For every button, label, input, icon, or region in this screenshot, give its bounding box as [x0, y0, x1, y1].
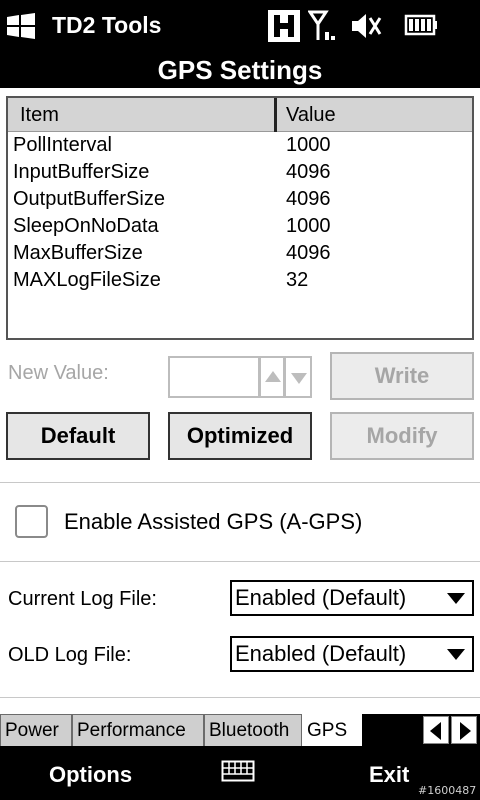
list-row[interactable]: SleepOnNoData 1000: [8, 213, 472, 240]
signal-icon: [308, 10, 335, 40]
page-title: GPS Settings: [157, 55, 323, 85]
keyboard-icon[interactable]: [221, 760, 255, 782]
tab-strip: Power Performance Bluetooth GPS: [0, 714, 480, 746]
separator: [0, 482, 480, 483]
old-log-label: OLD Log File:: [8, 644, 132, 666]
arrow-up-icon: [265, 371, 281, 382]
old-log-dropdown[interactable]: Enabled (Default): [230, 636, 474, 672]
spin-up-button[interactable]: [260, 356, 285, 398]
modify-button[interactable]: Modify: [330, 412, 474, 460]
list-row[interactable]: MAXLogFileSize 32: [8, 267, 472, 294]
current-log-dropdown[interactable]: Enabled (Default): [230, 580, 474, 616]
arrow-down-icon: [291, 373, 307, 384]
row-item-name: OutputBufferSize: [13, 188, 165, 210]
tab-gps[interactable]: GPS: [302, 714, 362, 746]
title-bar: GPS Settings: [0, 52, 480, 88]
row-item-value: 1000: [286, 134, 331, 156]
new-value-input[interactable]: [168, 356, 260, 398]
windows-start-icon[interactable]: [6, 12, 36, 40]
default-button[interactable]: Default: [6, 412, 150, 460]
battery-icon: [404, 14, 437, 36]
column-divider[interactable]: [274, 98, 277, 132]
tab-performance[interactable]: Performance: [72, 714, 204, 746]
current-log-value: Enabled (Default): [235, 585, 407, 610]
watermark-text: #1600487: [418, 784, 477, 797]
row-item-name: InputBufferSize: [13, 161, 150, 183]
agps-checkbox[interactable]: [15, 505, 48, 538]
row-item-name: MAXLogFileSize: [13, 269, 161, 291]
row-item-name: PollInterval: [13, 134, 112, 156]
dropdown-arrow-icon: [447, 593, 465, 604]
list-row[interactable]: MaxBufferSize 4096: [8, 240, 472, 267]
list-row[interactable]: OutputBufferSize 4096: [8, 186, 472, 213]
tab-scroll-right-button[interactable]: [451, 716, 477, 744]
spin-down-button[interactable]: [285, 356, 312, 398]
tab-power[interactable]: Power: [0, 714, 72, 746]
row-item-value: 32: [286, 269, 309, 291]
old-log-value: Enabled (Default): [235, 641, 407, 666]
list-header: Item Value: [8, 98, 472, 132]
list-row[interactable]: InputBufferSize 4096: [8, 159, 472, 186]
new-value-label: New Value:: [8, 362, 109, 384]
agps-label[interactable]: Enable Assisted GPS (A-GPS): [64, 509, 362, 535]
h-data-icon: [268, 10, 300, 42]
arrow-left-icon: [430, 722, 441, 740]
dropdown-arrow-icon: [447, 649, 465, 660]
row-item-name: MaxBufferSize: [13, 242, 143, 264]
current-log-label: Current Log File:: [8, 588, 157, 610]
row-item-value: 4096: [286, 161, 331, 183]
row-item-value: 4096: [286, 242, 331, 264]
volume-muted-icon: [352, 14, 382, 38]
softkey-bar: Options Exit #1600487: [0, 746, 480, 800]
separator: [0, 561, 480, 562]
status-bar: TD2 Tools: [0, 0, 480, 52]
arrow-right-icon: [460, 722, 471, 740]
exit-softkey[interactable]: Exit: [369, 762, 409, 788]
tab-scroll-left-button[interactable]: [423, 716, 449, 744]
options-softkey[interactable]: Options: [49, 762, 132, 788]
row-item-value: 4096: [286, 188, 331, 210]
separator: [0, 697, 480, 698]
app-title: TD2 Tools: [52, 12, 162, 38]
column-header-value[interactable]: Value: [286, 98, 336, 132]
write-button[interactable]: Write: [330, 352, 474, 400]
row-item-name: SleepOnNoData: [13, 215, 159, 237]
list-row[interactable]: PollInterval 1000: [8, 132, 472, 159]
row-item-value: 1000: [286, 215, 331, 237]
column-header-item[interactable]: Item: [20, 98, 59, 132]
optimized-button[interactable]: Optimized: [168, 412, 312, 460]
tab-bluetooth[interactable]: Bluetooth: [204, 714, 302, 746]
settings-list[interactable]: Item Value PollInterval 1000 InputBuffer…: [6, 96, 474, 340]
